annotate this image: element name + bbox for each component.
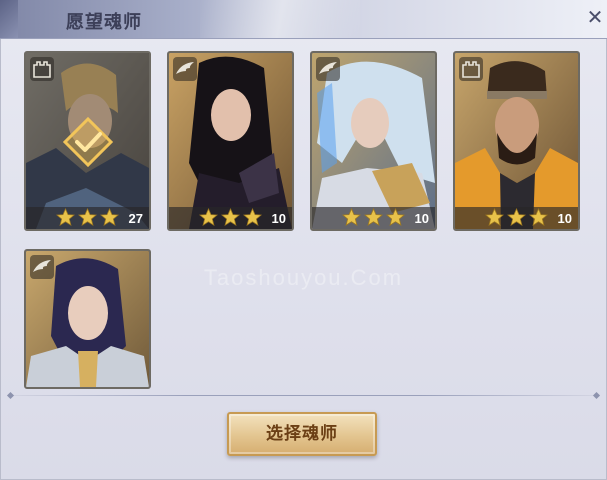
hero-level: 10 <box>414 211 429 226</box>
hero-level: 10 <box>271 211 286 226</box>
star-icon <box>100 208 119 226</box>
wing-icon <box>173 57 197 81</box>
hero-card-3[interactable]: 10 <box>310 51 437 231</box>
star-rating <box>56 208 119 227</box>
star-rating <box>199 208 262 227</box>
star-icon <box>342 208 361 226</box>
select-hero-button[interactable]: 选择魂师 <box>227 412 377 456</box>
hero-level: 27 <box>128 211 143 226</box>
star-icon <box>485 208 504 226</box>
card-footer: 10 <box>455 207 578 229</box>
section-divider <box>10 395 597 396</box>
star-icon <box>507 208 526 226</box>
star-icon <box>221 208 240 226</box>
header-shine <box>200 0 360 38</box>
wing-icon <box>316 57 340 81</box>
star-rating <box>485 208 548 227</box>
card-footer: 10 <box>169 207 292 229</box>
hero-card-1[interactable]: 27 <box>24 51 151 231</box>
star-icon <box>56 208 75 226</box>
star-icon <box>364 208 383 226</box>
hero-card-4[interactable]: 10 <box>453 51 580 231</box>
card-footer: 27 <box>26 207 149 229</box>
star-icon <box>386 208 405 226</box>
selected-check-icon <box>63 117 113 167</box>
card-footer: 10 <box>312 207 435 229</box>
fortress-icon <box>30 57 54 81</box>
watermark-text: Taoshouyou.Com <box>203 265 404 290</box>
star-icon <box>529 208 548 226</box>
hero-level: 10 <box>557 211 572 226</box>
header-accent <box>0 0 18 38</box>
fortress-icon <box>459 57 483 81</box>
star-icon <box>78 208 97 226</box>
star-icon <box>199 208 218 226</box>
close-icon[interactable]: ✕ <box>584 6 606 28</box>
star-icon <box>243 208 262 226</box>
dialog-header: 愿望魂师 ✕ <box>0 0 607 39</box>
hero-card-2[interactable]: 10 <box>167 51 294 231</box>
star-rating <box>342 208 405 227</box>
dialog-title: 愿望魂师 <box>66 12 142 33</box>
